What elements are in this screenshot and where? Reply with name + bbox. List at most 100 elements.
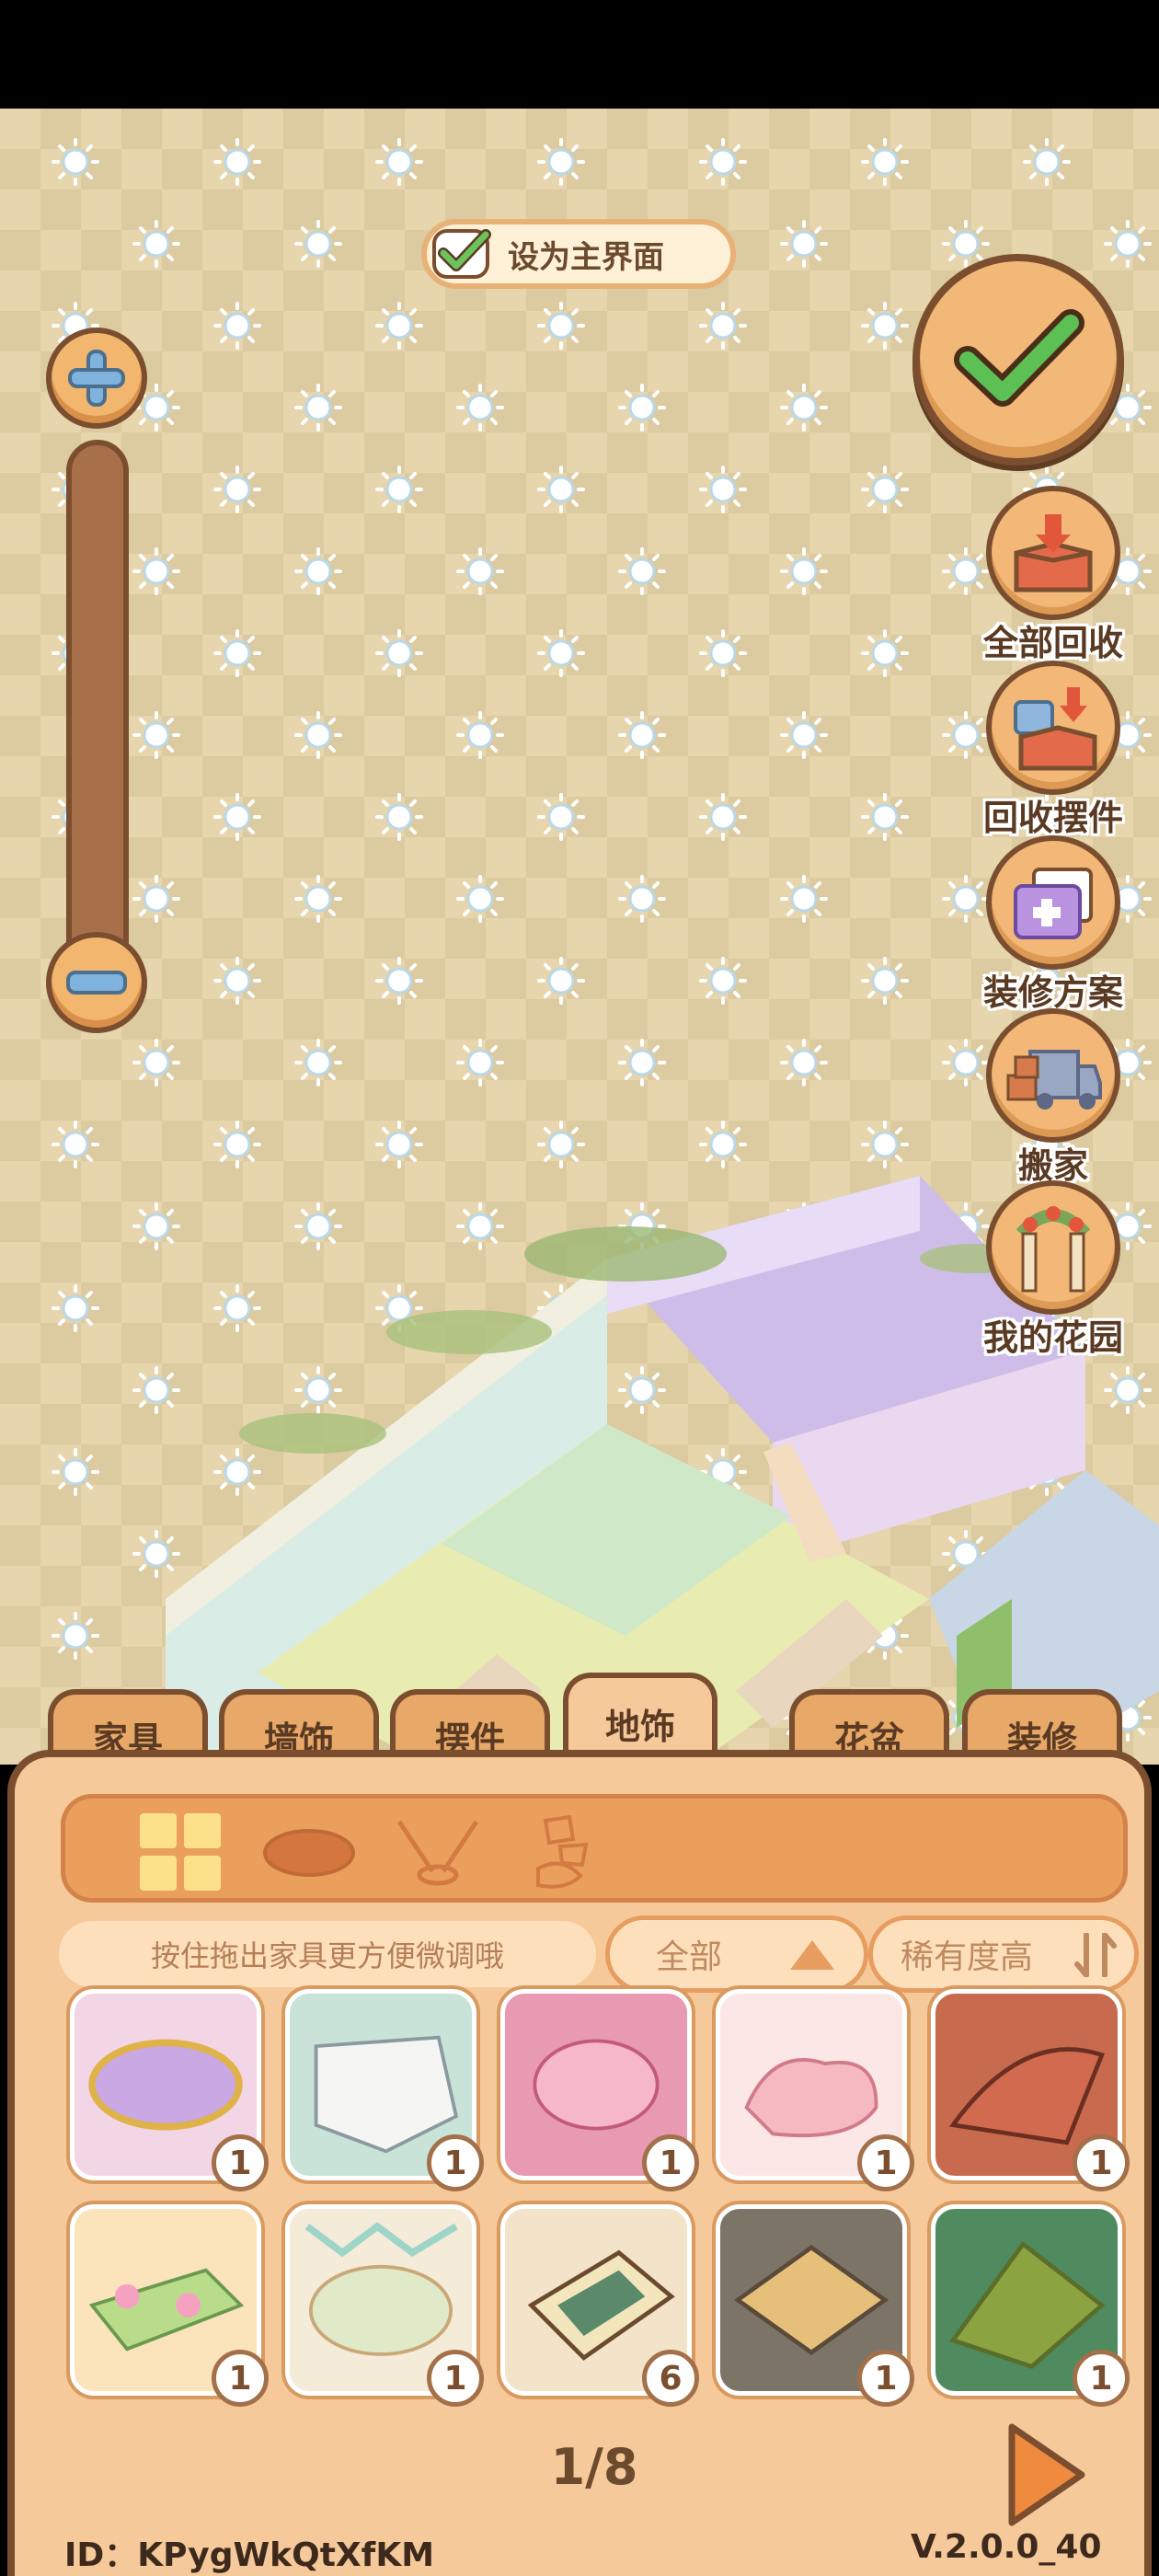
sun-icon xyxy=(699,957,747,1005)
triangle-up-icon xyxy=(790,1940,834,1970)
sun-icon xyxy=(52,1121,99,1168)
sun-icon xyxy=(699,138,747,186)
sun-icon xyxy=(699,629,747,677)
sun-icon xyxy=(861,793,909,841)
sun-icon xyxy=(294,875,342,923)
sun-icon xyxy=(132,1039,180,1087)
sun-icon xyxy=(132,547,180,595)
sun-icon xyxy=(861,629,909,677)
sun-icon xyxy=(213,957,261,1005)
sun-icon xyxy=(537,957,585,1005)
sun-icon xyxy=(294,1039,342,1087)
item-count-badge: 6 xyxy=(642,2350,699,2407)
sun-icon xyxy=(375,302,423,350)
recycle-all-button[interactable]: 全部回收 xyxy=(966,486,1141,665)
item-count-badge: 1 xyxy=(857,2134,914,2191)
my-garden-label: 我的花园 xyxy=(982,1317,1123,1358)
sun-icon xyxy=(618,875,666,923)
sun-icon xyxy=(213,793,261,841)
checkmark-icon xyxy=(954,309,1084,407)
item-count-badge: 1 xyxy=(1073,2134,1130,2191)
sun-icon xyxy=(375,138,423,186)
sun-icon xyxy=(537,466,585,513)
sun-icon xyxy=(1104,220,1152,268)
sun-icon xyxy=(294,384,342,431)
app-version: V.2.0.0_40 xyxy=(911,2528,1102,2566)
item-count-badge: 1 xyxy=(642,2134,699,2191)
arrow-right-icon xyxy=(1008,2423,1085,2526)
minus-icon xyxy=(66,971,127,995)
sun-icon xyxy=(456,875,504,923)
confirm-button[interactable] xyxy=(912,254,1124,466)
sun-icon xyxy=(132,220,180,268)
category-dropdown[interactable]: 全部 xyxy=(605,1915,868,1993)
sun-icon xyxy=(52,1448,99,1496)
garden-arch-icon xyxy=(986,1180,1120,1315)
sun-icon xyxy=(52,138,99,186)
sun-icon xyxy=(375,466,423,513)
set-main-interface-label: 设为主界面 xyxy=(508,238,664,276)
category-dropdown-label: 全部 xyxy=(656,1938,723,1976)
set-main-interface-toggle[interactable]: 设为主界面 xyxy=(421,219,736,289)
sun-icon xyxy=(132,875,180,923)
item-count-badge: 1 xyxy=(212,2134,269,2191)
sun-icon xyxy=(375,793,423,841)
sun-icon xyxy=(618,1039,666,1087)
plus-icon xyxy=(68,350,125,407)
sort-arrows-icon xyxy=(1074,1933,1117,1977)
rug-oval-icon[interactable] xyxy=(258,1811,360,1894)
sun-icon xyxy=(618,547,666,595)
sun-icon xyxy=(861,957,909,1005)
sun-icon xyxy=(213,138,261,186)
sun-icon xyxy=(52,1612,99,1660)
hanging-lamp-icon[interactable] xyxy=(387,1811,488,1894)
sun-icon xyxy=(618,711,666,759)
room-scene[interactable]: 设为主界面 全部回收 回收摆件 装修方案 搬家 我的花园 xyxy=(0,109,1159,1765)
sun-icon xyxy=(699,793,747,841)
stones-icon[interactable] xyxy=(516,1811,617,1894)
sun-icon xyxy=(456,711,504,759)
all-grid-icon[interactable] xyxy=(130,1811,231,1894)
sun-icon xyxy=(456,547,504,595)
checkbox-checked-icon[interactable] xyxy=(430,225,495,282)
sort-dropdown-label: 稀有度高 xyxy=(901,1938,1034,1976)
sun-icon xyxy=(699,302,747,350)
my-garden-button[interactable]: 我的花园 xyxy=(966,1180,1141,1360)
sun-icon xyxy=(942,220,990,268)
status-bar xyxy=(0,0,1159,109)
sun-icon xyxy=(537,793,585,841)
recycle-ornaments-button[interactable]: 回收摆件 xyxy=(966,661,1141,840)
tab-floor-decor-label: 地饰 xyxy=(604,1707,675,1747)
sort-dropdown[interactable]: 稀有度高 xyxy=(868,1915,1139,1993)
sun-icon xyxy=(780,1039,828,1087)
recycle-ornaments-label: 回收摆件 xyxy=(982,798,1123,838)
sun-icon xyxy=(294,711,342,759)
sun-icon xyxy=(294,220,342,268)
sun-icon xyxy=(132,711,180,759)
sun-icon xyxy=(861,138,909,186)
sun-icon xyxy=(375,957,423,1005)
zoom-out-button[interactable] xyxy=(46,932,147,1033)
sun-icon xyxy=(861,302,909,350)
zoom-in-button[interactable] xyxy=(46,328,147,429)
sun-icon xyxy=(780,384,828,431)
sun-icon xyxy=(618,384,666,431)
decoration-plan-label: 装修方案 xyxy=(982,972,1123,1013)
moving-button[interactable]: 搬家 xyxy=(966,1008,1141,1188)
next-page-button[interactable] xyxy=(999,2420,1091,2530)
sun-icon xyxy=(213,302,261,350)
sun-icon xyxy=(456,384,504,431)
item-count-badge: 1 xyxy=(1073,2350,1130,2407)
inventory-panel: 按住拖出家具更方便微调哦 全部 稀有度高 1111111611 1/8 xyxy=(7,1750,1152,2576)
drag-hint-text: 按住拖出家具更方便微调哦 xyxy=(59,1921,596,1987)
sun-icon xyxy=(213,466,261,513)
sun-icon xyxy=(780,711,828,759)
sun-icon xyxy=(537,302,585,350)
item-count-badge: 1 xyxy=(427,2350,484,2407)
sun-icon xyxy=(294,547,342,595)
subcategory-bar xyxy=(61,1794,1128,1903)
decoration-plan-button[interactable]: 装修方案 xyxy=(966,835,1141,1015)
sun-icon xyxy=(780,875,828,923)
moving-truck-icon xyxy=(986,1008,1120,1143)
sun-icon xyxy=(456,1039,504,1087)
